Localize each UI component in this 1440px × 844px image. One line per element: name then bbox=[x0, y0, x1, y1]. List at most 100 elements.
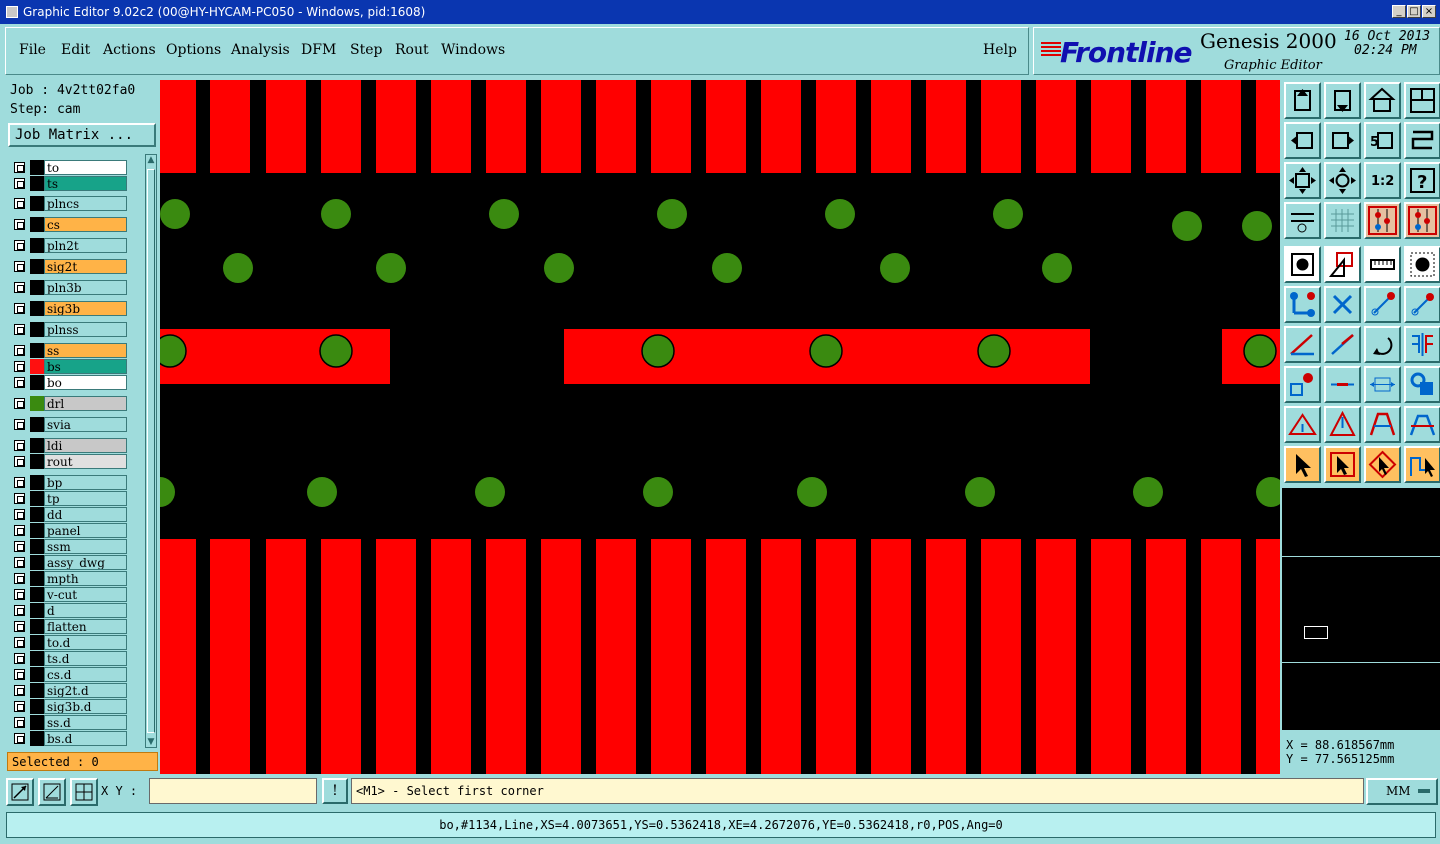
copper-pad-top[interactable] bbox=[266, 80, 306, 173]
layer-color-swatch[interactable] bbox=[30, 217, 44, 232]
layer-color-swatch[interactable] bbox=[30, 359, 44, 374]
menu-rout[interactable]: Rout bbox=[395, 42, 429, 58]
angle-line-tool[interactable] bbox=[1284, 326, 1321, 363]
layer-color-swatch[interactable] bbox=[30, 603, 44, 618]
drill-hole[interactable] bbox=[993, 199, 1023, 229]
menu-help[interactable]: Help bbox=[983, 42, 1017, 58]
layer-name[interactable]: v-cut bbox=[44, 587, 127, 602]
layer-name[interactable]: plnss bbox=[44, 322, 127, 337]
layer-name[interactable]: assy_dwg bbox=[44, 555, 127, 570]
move-node-tool[interactable] bbox=[1404, 286, 1440, 323]
drill-hole[interactable] bbox=[825, 199, 855, 229]
layer-checkbox[interactable] bbox=[14, 282, 25, 293]
layer-name[interactable]: to.d bbox=[44, 635, 127, 650]
menu-analysis[interactable]: Analysis bbox=[231, 42, 290, 58]
layer-color-swatch[interactable] bbox=[30, 539, 44, 554]
undo-zoom-tool[interactable]: 5 bbox=[1364, 122, 1401, 159]
snap-settings-tool[interactable] bbox=[1284, 202, 1321, 239]
copper-pad-bottom[interactable] bbox=[1091, 539, 1131, 774]
drill-hole[interactable] bbox=[160, 334, 187, 368]
layer-color-swatch[interactable] bbox=[30, 635, 44, 650]
layer-color-swatch[interactable] bbox=[30, 280, 44, 295]
scroll-down-icon[interactable]: ▼ bbox=[146, 737, 156, 747]
layer-name[interactable]: bs.d bbox=[44, 731, 127, 746]
drill-hole[interactable] bbox=[1133, 477, 1163, 507]
copper-pad-bottom[interactable] bbox=[816, 539, 856, 774]
xy-input[interactable] bbox=[149, 778, 317, 804]
select-pad-tool[interactable] bbox=[1284, 246, 1321, 283]
layer-checkbox[interactable] bbox=[14, 162, 25, 173]
layer-checkbox[interactable] bbox=[14, 303, 25, 314]
menu-file[interactable]: File bbox=[19, 42, 46, 58]
layer-checkbox[interactable] bbox=[14, 419, 25, 430]
mirror-tool[interactable] bbox=[1404, 326, 1440, 363]
layer-color-swatch[interactable] bbox=[30, 438, 44, 453]
snap-mode-button[interactable] bbox=[6, 778, 34, 806]
copper-pad-bottom[interactable] bbox=[321, 539, 361, 774]
drill-hole[interactable] bbox=[160, 477, 175, 507]
layer-color-swatch[interactable] bbox=[30, 699, 44, 714]
layer-color-swatch[interactable] bbox=[30, 555, 44, 570]
layer-color-swatch[interactable] bbox=[30, 322, 44, 337]
layer-row-svia[interactable]: svia bbox=[8, 417, 141, 432]
drill-hole[interactable] bbox=[307, 477, 337, 507]
layer-color-swatch[interactable] bbox=[30, 375, 44, 390]
layer-name[interactable]: ss bbox=[44, 343, 127, 358]
pointer-box-tool[interactable] bbox=[1324, 446, 1361, 483]
layer-name[interactable]: mpth bbox=[44, 571, 127, 586]
layer-checkbox[interactable] bbox=[14, 398, 25, 409]
layer-color-swatch[interactable] bbox=[30, 619, 44, 634]
layer-name[interactable]: cs.d bbox=[44, 667, 127, 682]
move-up-tool[interactable] bbox=[1284, 82, 1321, 119]
layer-checkbox[interactable] bbox=[14, 240, 25, 251]
copper-pad-top[interactable] bbox=[431, 80, 471, 173]
layer-row-bp[interactable]: bp bbox=[8, 475, 141, 490]
pointer-diamond-tool[interactable] bbox=[1364, 446, 1401, 483]
layer-row-flatten[interactable]: flatten bbox=[8, 619, 141, 634]
layer-color-swatch[interactable] bbox=[30, 571, 44, 586]
drill-hole[interactable] bbox=[880, 253, 910, 283]
copper-pad-top[interactable] bbox=[926, 80, 966, 173]
layer-checkbox[interactable] bbox=[14, 653, 25, 664]
rotate-tool[interactable] bbox=[1364, 326, 1401, 363]
layer-row-bs.d[interactable]: bs.d bbox=[8, 731, 141, 746]
layer-color-swatch[interactable] bbox=[30, 507, 44, 522]
layer-checkbox[interactable] bbox=[14, 477, 25, 488]
copper-pad-top[interactable] bbox=[210, 80, 250, 173]
layer-checkbox[interactable] bbox=[14, 198, 25, 209]
copper-pad-top[interactable] bbox=[541, 80, 581, 173]
menu-step[interactable]: Step bbox=[350, 42, 382, 58]
select-shape-tool[interactable] bbox=[1324, 246, 1361, 283]
layer-color-swatch[interactable] bbox=[30, 587, 44, 602]
copper-pad-top[interactable] bbox=[1091, 80, 1131, 173]
copper-pad-top[interactable] bbox=[1146, 80, 1186, 173]
draw-line-tool[interactable] bbox=[1324, 326, 1361, 363]
menu-edit[interactable]: Edit bbox=[61, 42, 90, 58]
drill-hole[interactable] bbox=[489, 199, 519, 229]
layer-checkbox[interactable] bbox=[14, 178, 25, 189]
drill-hole[interactable] bbox=[1256, 477, 1280, 507]
layer-name[interactable]: cs bbox=[44, 217, 127, 232]
layer-name[interactable]: sig3b bbox=[44, 301, 127, 316]
layer-name[interactable]: bo bbox=[44, 375, 127, 390]
copper-pad-bottom[interactable] bbox=[210, 539, 250, 774]
fit-tool[interactable] bbox=[1284, 162, 1321, 199]
layer-row-drl[interactable]: drl bbox=[8, 396, 141, 411]
layer-color-swatch[interactable] bbox=[30, 176, 44, 191]
copper-pad-bottom[interactable] bbox=[1256, 539, 1280, 774]
layer-name[interactable]: panel bbox=[44, 523, 127, 538]
copper-bar[interactable] bbox=[160, 329, 390, 384]
layer-color-swatch[interactable] bbox=[30, 160, 44, 175]
copper-pad-bottom[interactable] bbox=[1036, 539, 1076, 774]
drill-hole[interactable] bbox=[475, 477, 505, 507]
copper-pad-bottom[interactable] bbox=[486, 539, 526, 774]
layer-checkbox[interactable] bbox=[14, 541, 25, 552]
drill-hole[interactable] bbox=[643, 477, 673, 507]
layer-name[interactable]: flatten bbox=[44, 619, 127, 634]
overview-panel[interactable] bbox=[1282, 488, 1440, 730]
layer-name[interactable]: pln2t bbox=[44, 238, 127, 253]
layer-checkbox[interactable] bbox=[14, 717, 25, 728]
layer-name[interactable]: dd bbox=[44, 507, 127, 522]
layer-row-ts.d[interactable]: ts.d bbox=[8, 651, 141, 666]
layer-row-to.d[interactable]: to.d bbox=[8, 635, 141, 650]
